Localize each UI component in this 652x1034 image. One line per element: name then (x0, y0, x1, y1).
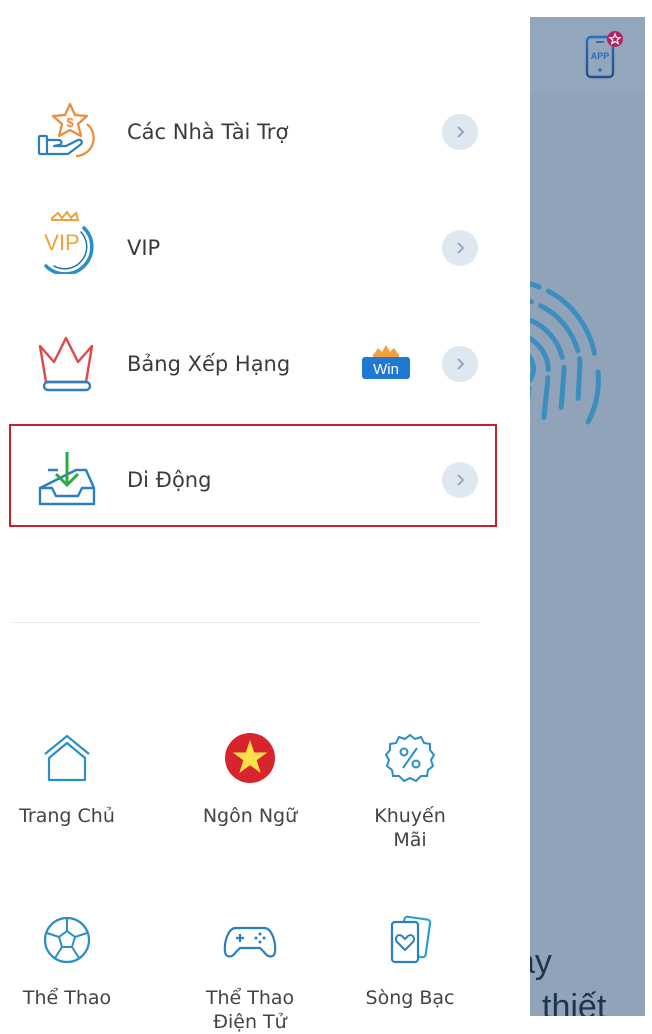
grid-item-sports[interactable]: Thể Thao (0, 912, 142, 1010)
chevron-right-button[interactable] (442, 462, 478, 498)
grid-item-home[interactable]: Trang Chủ (0, 730, 142, 828)
vietnam-flag-icon (225, 733, 275, 783)
chevron-right-button[interactable] (442, 346, 478, 382)
crown-ranking-icon (38, 336, 94, 392)
app-download-icon[interactable]: APP (583, 29, 625, 81)
chevron-right-button[interactable] (442, 114, 478, 150)
sponsor-hand-star-icon: $ (37, 102, 95, 158)
menu-item-label: VIP (127, 236, 161, 260)
grid-item-casino[interactable]: Sòng Bạc (335, 912, 485, 1010)
grid-item-label: Thể Thao Điện Tử (205, 987, 295, 1033)
menu-item-label: Các Nhà Tài Trợ (127, 120, 289, 144)
home-icon (44, 734, 90, 782)
divider (12, 622, 480, 623)
grid-item-label: Khuyến Mãi (374, 805, 446, 851)
menu-item-ranking[interactable]: Bảng Xếp Hạng Win (10, 312, 498, 416)
svg-text:VIP: VIP (44, 230, 79, 255)
menu-item-label: Bảng Xếp Hạng (127, 352, 291, 376)
grid-item-language[interactable]: Ngôn Ngữ (175, 730, 325, 828)
grid-item-label: Ngôn Ngữ (202, 805, 298, 827)
chevron-right-icon (457, 358, 465, 370)
grid-item-label: Thể Thao (22, 987, 112, 1009)
chevron-right-icon (457, 474, 465, 486)
win-badge: Win (362, 345, 410, 379)
grid-item-esports[interactable]: Thể Thao Điện Tử (175, 912, 325, 1034)
vip-crown-icon: VIP (44, 210, 94, 274)
background-text-line: ày (530, 943, 552, 981)
fingerprint-icon (530, 281, 601, 440)
playing-cards-icon (390, 915, 432, 964)
chevron-right-icon (457, 126, 465, 138)
grid-item-promotions[interactable]: Khuyến Mãi (335, 730, 485, 852)
promotion-percent-icon (384, 733, 436, 783)
grid-item-label: Sòng Bạc (365, 987, 455, 1009)
chevron-right-button[interactable] (442, 230, 478, 266)
page-overlay[interactable]: APP ày thiết (530, 17, 645, 1016)
menu-item-sponsors[interactable]: $ Các Nhà Tài Trợ (10, 80, 498, 184)
svg-text:APP: APP (591, 51, 610, 61)
svg-text:$: $ (66, 115, 74, 130)
background-text-line: thiết (542, 988, 607, 1016)
menu-item-vip[interactable]: VIP VIP (10, 196, 498, 300)
svg-text:Win: Win (373, 361, 399, 378)
chevron-right-icon (457, 242, 465, 254)
menu-item-label: Di Động (127, 468, 212, 492)
side-drawer: $ Các Nhà Tài Trợ VIP VIP Bảng Xếp Hạng … (0, 0, 530, 1033)
grid-item-label: Trang Chủ (19, 805, 115, 827)
menu-item-mobile[interactable]: Di Động (10, 428, 498, 532)
download-tray-icon (38, 452, 96, 506)
gamepad-icon (223, 926, 277, 958)
soccer-ball-icon (43, 916, 91, 964)
